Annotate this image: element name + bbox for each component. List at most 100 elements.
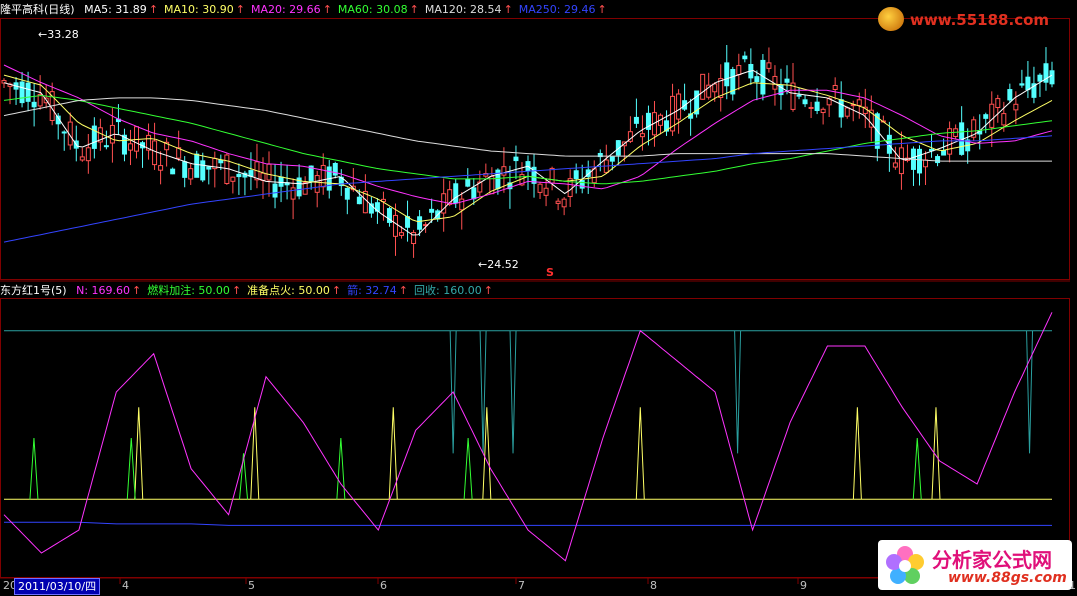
- candle-up: [127, 143, 133, 151]
- signal-spike: [388, 407, 398, 500]
- candle-down: [1007, 89, 1013, 101]
- candle-down: [579, 180, 585, 189]
- candle-down: [1049, 70, 1055, 85]
- candle-up: [736, 65, 742, 76]
- signal-spike: [635, 407, 645, 500]
- candle-down: [429, 208, 435, 213]
- candle-up: [501, 166, 507, 176]
- candle-up: [85, 147, 91, 162]
- candle-down: [236, 173, 242, 178]
- month-tick-label: 8: [650, 579, 657, 592]
- candle-down: [784, 78, 790, 83]
- candle-down: [941, 150, 947, 156]
- month-tick-label: 7: [518, 579, 525, 592]
- candle-up: [152, 140, 158, 166]
- candle-down: [278, 176, 284, 187]
- candle-down: [272, 183, 278, 198]
- flower-icon: [886, 546, 924, 584]
- candle-down: [1019, 83, 1025, 86]
- candle-up: [676, 93, 682, 120]
- candle-up: [1013, 103, 1019, 111]
- low-price-label: ←24.52: [478, 258, 519, 271]
- logo-bottom-sub: www.88gs.com: [948, 570, 1067, 586]
- candle-up: [561, 198, 567, 208]
- candle-down: [983, 114, 989, 119]
- candle-up: [549, 167, 555, 184]
- recovery-dip: [734, 330, 742, 454]
- candle-up: [766, 62, 772, 69]
- candle-up: [923, 159, 929, 168]
- candle-down: [796, 94, 802, 97]
- high-price-label: ←33.28: [38, 28, 79, 41]
- ma-line-ma10: [3, 74, 1053, 223]
- candle-down: [25, 82, 31, 102]
- candle-up: [290, 187, 296, 200]
- candle-down: [471, 187, 477, 200]
- logo-globe-icon: [878, 7, 904, 31]
- candle-up: [266, 163, 272, 181]
- candle-down: [513, 156, 519, 162]
- candle-up: [555, 200, 561, 204]
- site-logo-top: www.55188.com: [878, 4, 1068, 34]
- logo-top-text: www.55188.com: [910, 11, 1050, 29]
- candle-up: [399, 232, 405, 236]
- candle-down: [453, 183, 459, 204]
- candle-down: [1025, 76, 1031, 91]
- candle-up: [820, 108, 826, 114]
- candle-up: [591, 168, 597, 184]
- candle-down: [182, 161, 188, 178]
- candle-down: [170, 168, 176, 175]
- candle-up: [1001, 113, 1007, 126]
- candle-down: [194, 153, 200, 178]
- candle-up: [898, 147, 904, 175]
- candle-up: [392, 214, 398, 237]
- candle-down: [742, 55, 748, 60]
- candle-up: [844, 107, 850, 117]
- candle-up: [79, 156, 85, 161]
- candle-up: [790, 82, 796, 110]
- candle-down: [465, 178, 471, 187]
- signal-spike: [250, 407, 260, 500]
- candle-down: [344, 187, 350, 200]
- candle-down: [754, 76, 760, 83]
- month-tick-label: 6: [380, 579, 387, 592]
- recovery-dip: [509, 330, 517, 454]
- cursor-date-box: 2011/03/10/四: [14, 578, 101, 595]
- candle-up: [700, 73, 706, 100]
- candle-up: [892, 162, 898, 168]
- candle-down: [206, 166, 212, 170]
- candle-down: [103, 145, 109, 148]
- candle-up: [230, 176, 236, 182]
- candle-up: [995, 98, 1001, 109]
- candle-down: [218, 159, 224, 164]
- logo-bottom-main: 分析家公式网: [932, 548, 1052, 572]
- chart-canvas[interactable]: [0, 0, 1077, 596]
- candle-up: [639, 133, 645, 138]
- s-marker: S: [546, 266, 554, 279]
- candle-up: [712, 83, 718, 93]
- month-tick-label: 5: [248, 579, 255, 592]
- candle-down: [573, 170, 579, 179]
- candle-down: [633, 116, 639, 124]
- candle-up: [314, 175, 320, 193]
- candle-down: [935, 156, 941, 164]
- candle-up: [537, 183, 543, 193]
- signal-spike: [852, 407, 862, 500]
- signal-spike: [931, 407, 941, 500]
- candle-down: [19, 81, 25, 104]
- candle-up: [459, 198, 465, 211]
- signal-spike: [463, 437, 473, 500]
- recovery-dip: [1026, 330, 1034, 454]
- candle-down: [838, 99, 844, 118]
- candle-up: [856, 99, 862, 106]
- candle-down: [814, 101, 820, 112]
- candle-down: [1037, 74, 1043, 82]
- signal-spike: [912, 437, 922, 500]
- candle-up: [320, 164, 326, 188]
- candle-up: [808, 106, 814, 109]
- indicator-line-3: [4, 521, 1052, 526]
- candle-up: [158, 165, 164, 171]
- candle-down: [802, 99, 808, 105]
- candle-up: [188, 168, 194, 180]
- candle-down: [356, 196, 362, 205]
